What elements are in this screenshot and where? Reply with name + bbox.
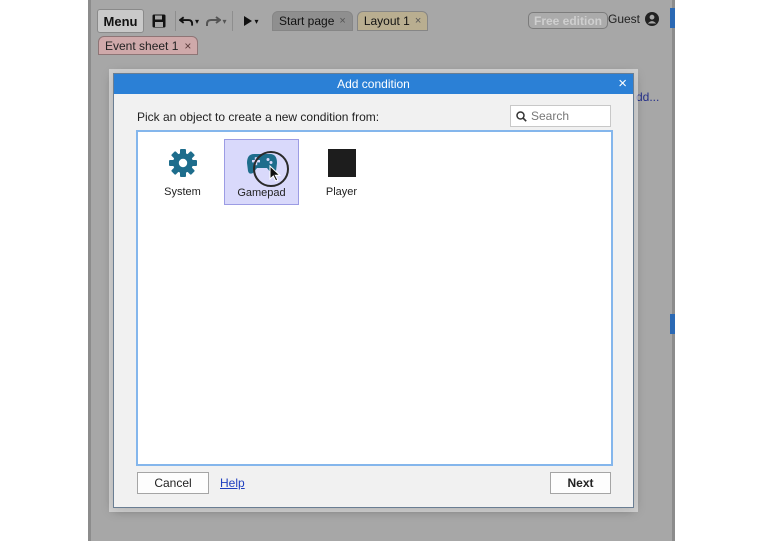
dialog-prompt: Pick an object to create a new condition… [137, 110, 380, 124]
scrollbar-marker [670, 314, 675, 334]
dialog-title-bar: Add condition × [114, 74, 633, 94]
toolbar-separator [175, 11, 176, 31]
tab-close-icon[interactable]: × [184, 39, 191, 53]
search-icon [516, 110, 527, 122]
tab-layout-1[interactable]: Layout 1 × [356, 11, 429, 31]
user-label: Guest [608, 12, 641, 26]
close-icon[interactable]: × [618, 76, 627, 92]
help-link[interactable]: Help [220, 476, 245, 490]
mouse-cursor-icon [269, 165, 281, 182]
cancel-button[interactable]: Cancel [137, 472, 209, 494]
user-avatar-icon [645, 12, 660, 26]
window-edge [88, 0, 91, 541]
object-gamepad[interactable]: Gamepad [224, 139, 299, 205]
save-icon[interactable] [146, 9, 172, 33]
tab-start-page[interactable]: Start page × [272, 11, 353, 31]
redo-icon[interactable]: ▾ [203, 9, 229, 33]
user-account[interactable]: Guest [608, 12, 660, 26]
black-square-sprite-icon [325, 146, 359, 180]
search-input[interactable]: Search [510, 105, 611, 127]
scrollbar-marker [670, 8, 675, 28]
object-system[interactable]: System [145, 139, 220, 205]
tab-event-sheet-1[interactable]: Event sheet 1 × [98, 36, 199, 55]
undo-icon[interactable]: ▾ [179, 9, 199, 33]
tab-label: Event sheet 1 [105, 38, 179, 53]
toolbar-separator [232, 11, 233, 31]
next-button[interactable]: Next [550, 472, 611, 494]
object-label: System [164, 186, 201, 198]
free-edition-badge[interactable]: Free edition [528, 12, 609, 29]
menu-button[interactable]: Menu [97, 9, 144, 33]
tab-label: Layout 1 [363, 14, 410, 28]
dialog-title: Add condition [337, 77, 410, 91]
play-icon[interactable]: ▾ [240, 9, 262, 33]
tab-label: Start page [279, 14, 335, 28]
object-label: Gamepad [237, 187, 286, 199]
search-placeholder: Search [531, 109, 570, 123]
add-condition-dialog: Add condition × Pick an object to create… [113, 73, 634, 508]
background-add-link: dd... [636, 90, 660, 104]
window-edge [672, 0, 675, 541]
object-list: System Gamepad Player [136, 130, 613, 466]
tab-close-icon[interactable]: × [415, 15, 421, 27]
object-label: Player [325, 186, 358, 198]
object-player[interactable]: Player [304, 139, 379, 205]
gear-icon [166, 146, 200, 180]
tab-close-icon[interactable]: × [339, 15, 345, 27]
